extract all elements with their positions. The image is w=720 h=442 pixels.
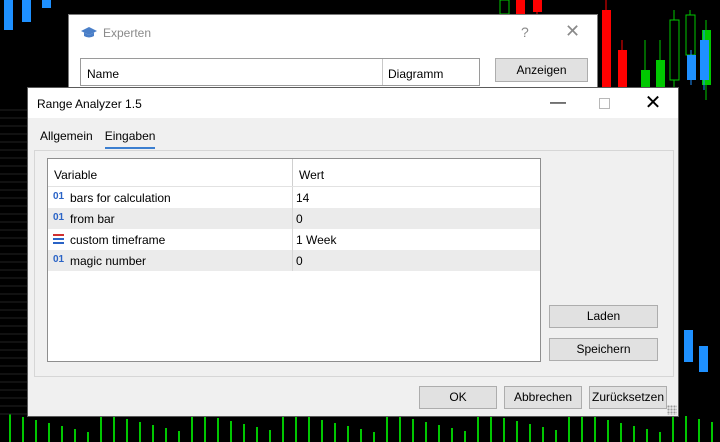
- table-row[interactable]: 01 from bar 0: [48, 208, 540, 229]
- table-row[interactable]: custom timeframe 1 Week: [48, 229, 540, 250]
- save-button[interactable]: Speichern: [549, 338, 658, 361]
- column-divider: [382, 59, 383, 85]
- candlestick: [687, 50, 696, 85]
- column-header-name[interactable]: Name: [87, 67, 119, 81]
- tab-general[interactable]: Allgemein: [40, 129, 93, 149]
- cell-divider: [292, 187, 293, 208]
- graduation-cap-icon: [81, 27, 97, 38]
- candlestick: [4, 0, 13, 30]
- show-button[interactable]: Anzeigen: [495, 58, 588, 82]
- cell-divider: [292, 229, 293, 250]
- enum-param-icon: [53, 234, 64, 244]
- column-header-chart[interactable]: Diagramm: [388, 67, 443, 81]
- range-analyzer-dialog: Range Analyzer 1.5 — ✕ Allgemein Eingabe…: [27, 87, 679, 417]
- variable-name: from bar: [70, 212, 115, 226]
- column-header-variable[interactable]: Variable: [54, 168, 97, 182]
- variable-value[interactable]: 0: [296, 212, 303, 226]
- inputs-grid: Variable Wert 01 bars for calculation 14…: [47, 158, 541, 362]
- close-icon[interactable]: ✕: [565, 21, 580, 42]
- minimize-button[interactable]: —: [538, 91, 578, 115]
- variable-value[interactable]: 1 Week: [296, 233, 336, 247]
- column-divider[interactable]: [292, 159, 293, 186]
- grid-header: Variable Wert: [48, 159, 540, 187]
- resize-grip[interactable]: [667, 405, 677, 415]
- table-row[interactable]: 01 bars for calculation 14: [48, 187, 540, 208]
- variable-name: custom timeframe: [70, 233, 166, 247]
- variable-name: bars for calculation: [70, 191, 171, 205]
- maximize-button[interactable]: [584, 91, 624, 115]
- title-bar: Range Analyzer 1.5 — ✕: [28, 88, 678, 118]
- variable-value[interactable]: 0: [296, 254, 303, 268]
- reset-button[interactable]: Zurücksetzen: [589, 386, 667, 409]
- int-param-icon: 01: [53, 212, 65, 223]
- int-param-icon: 01: [53, 254, 65, 265]
- candlestick: [699, 346, 708, 372]
- variable-value[interactable]: 14: [296, 191, 309, 205]
- candlestick: [42, 0, 51, 8]
- ok-button[interactable]: OK: [419, 386, 497, 409]
- experts-table-header: Name Diagramm: [80, 58, 480, 86]
- tab-bar: Allgemein Eingaben: [40, 129, 156, 149]
- tab-inputs[interactable]: Eingaben: [104, 129, 156, 149]
- int-param-icon: 01: [53, 191, 65, 202]
- cell-divider: [292, 250, 293, 271]
- close-button[interactable]: ✕: [633, 91, 673, 115]
- column-header-value[interactable]: Wert: [299, 168, 324, 182]
- table-row[interactable]: 01 magic number 0: [48, 250, 540, 271]
- maximize-icon: [598, 98, 610, 110]
- cancel-button[interactable]: Abbrechen: [504, 386, 582, 409]
- help-button[interactable]: ?: [521, 24, 529, 40]
- candlestick: [684, 330, 693, 362]
- candlestick: [22, 0, 31, 22]
- variable-name: magic number: [70, 254, 147, 268]
- cell-divider: [292, 208, 293, 229]
- experts-dialog-title: Experten: [81, 26, 151, 40]
- load-button[interactable]: Laden: [549, 305, 658, 328]
- dialog-title: Range Analyzer 1.5: [37, 97, 142, 111]
